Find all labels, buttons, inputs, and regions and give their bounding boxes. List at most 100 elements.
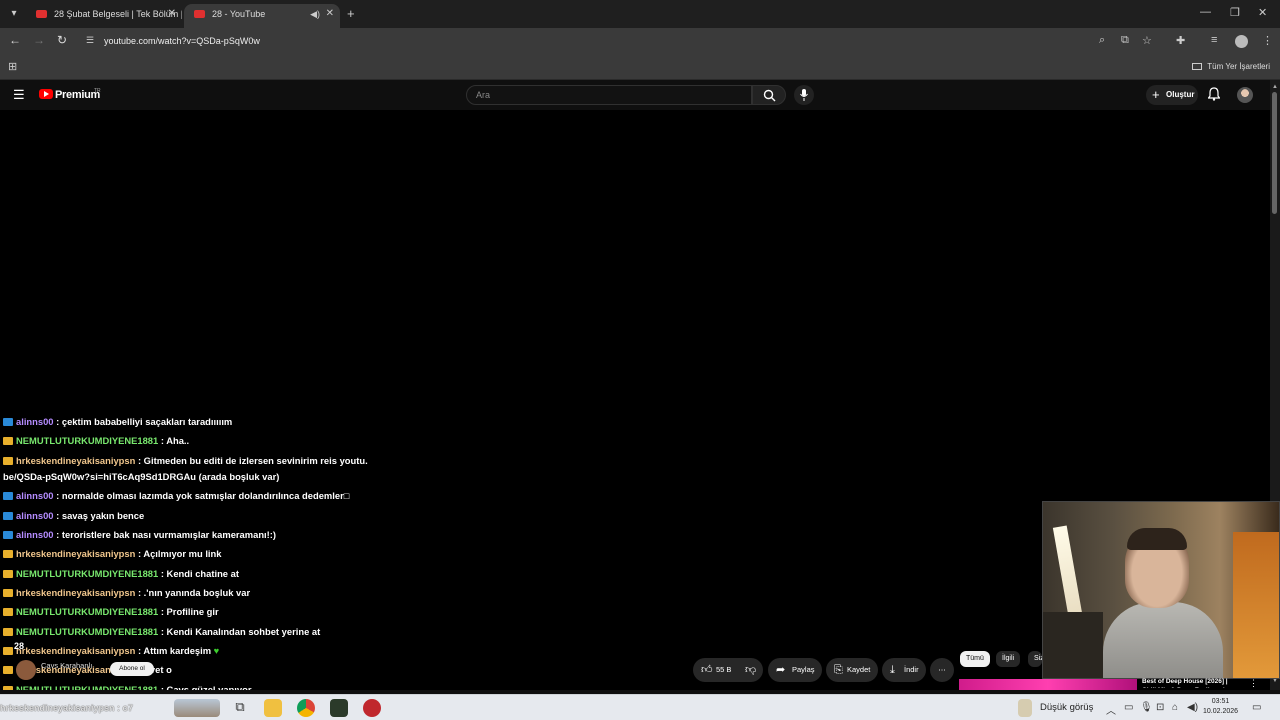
- more-horizontal-icon: ⋯: [938, 665, 946, 674]
- bookmark-star-icon[interactable]: ☆: [1142, 34, 1152, 47]
- search-input[interactable]: Ara: [466, 85, 752, 105]
- channel-name[interactable]: Cavs Karahanlı: [41, 661, 92, 670]
- install-app-icon[interactable]: ⧉: [1121, 34, 1129, 47]
- create-label: Oluştur: [1166, 90, 1195, 99]
- chat-text: : Gitmeden bu editi de izlersen seviniri…: [135, 455, 368, 466]
- create-button[interactable]: + Oluştur: [1146, 85, 1198, 105]
- shelf-shape: [1043, 612, 1103, 678]
- tab-belgesel[interactable]: 28 Şubat Belgeseli | Tek Bölüm | ✕: [26, 4, 182, 28]
- youtube-favicon-icon: [194, 10, 205, 18]
- browser-menu-icon[interactable]: ⋮: [1262, 34, 1273, 47]
- task-view-icon[interactable]: ⧉: [231, 699, 249, 717]
- notifications-icon[interactable]: ▭: [1252, 702, 1261, 713]
- account-avatar[interactable]: [1237, 87, 1253, 103]
- dislike-button[interactable]: 👎︎: [740, 658, 762, 682]
- weather-text[interactable]: Düşük görüş: [1040, 702, 1093, 713]
- scrollbar-thumb[interactable]: [1272, 92, 1277, 214]
- download-button[interactable]: ⤓ İndir: [882, 658, 926, 682]
- site-info-icon[interactable]: ☰: [86, 35, 94, 46]
- tab-search-menu-icon[interactable]: ▾: [6, 6, 22, 22]
- chat-username[interactable]: hrkeskendineyakisaniypsn: [16, 645, 135, 656]
- suggested-title-line2: Chill Mix & Deep Feelings |: [1142, 686, 1242, 688]
- chat-overlay: alinns00 : çektim bababelliyi saçakları …: [0, 414, 420, 690]
- chat-username[interactable]: NEMUTLUTURKUMDIYENE1881: [16, 626, 158, 637]
- close-tab-icon[interactable]: ✕: [326, 4, 334, 24]
- suggestion-menu-icon[interactable]: ⋮: [1249, 678, 1258, 689]
- chat-message: hrkeskendineyakisaniypsn : .'nın yanında…: [3, 585, 413, 601]
- chat-username[interactable]: hrkeskendineyakisaniypsn: [16, 455, 135, 466]
- close-tab-icon[interactable]: ✕: [168, 4, 176, 24]
- league-app-icon[interactable]: [330, 699, 348, 717]
- youtube-logo-icon[interactable]: [39, 89, 53, 99]
- zoom-icon[interactable]: ⌕: [1099, 34, 1105, 47]
- url-text[interactable]: youtube.com/watch?v=QSDa-pSqW0w: [104, 36, 260, 46]
- battery-icon[interactable]: ▭: [1124, 702, 1133, 713]
- channel-avatar[interactable]: [16, 660, 36, 680]
- chat-username[interactable]: NEMUTLUTURKUMDIYENE1881: [16, 606, 158, 617]
- chat-username[interactable]: hrkeskendineyakisaniypsn: [16, 587, 135, 598]
- weather-widget-icon[interactable]: [174, 699, 220, 717]
- more-actions-button[interactable]: ⋯: [930, 658, 954, 682]
- voice-search-button[interactable]: [794, 85, 814, 105]
- reload-icon[interactable]: ↻: [57, 33, 67, 47]
- chip-related[interactable]: İlgili: [996, 651, 1021, 667]
- chat-text: : Kendi chatine at: [158, 568, 239, 579]
- mic-tray-icon[interactable]: 🎙︎: [1140, 702, 1153, 713]
- network-icon[interactable]: ⌂: [1172, 702, 1178, 713]
- new-tab-button[interactable]: +: [347, 6, 355, 21]
- suggested-video-title[interactable]: Best of Deep House [2026] | Chill Mix & …: [1142, 677, 1242, 688]
- riot-app-icon[interactable]: [363, 699, 381, 717]
- address-bar[interactable]: ☰ youtube.com/watch?v=QSDa-pSqW0w: [80, 31, 1200, 53]
- chat-username[interactable]: NEMUTLUTURKUMDIYENE1881: [16, 435, 158, 446]
- chat-message: hrkeskendineyakisaniypsn : Gitmeden bu e…: [3, 453, 413, 469]
- system-clock[interactable]: 03:51 10.02.2026: [1203, 697, 1238, 717]
- forward-arrow-icon[interactable]: →: [33, 33, 45, 47]
- back-arrow-icon[interactable]: ←: [9, 33, 21, 47]
- minimize-icon[interactable]: —: [1200, 6, 1211, 18]
- speaker-icon[interactable]: ◀): [310, 4, 320, 24]
- chat-username[interactable]: hrkeskendineyakisaniypsn: [16, 548, 135, 559]
- apps-grid-icon[interactable]: ⊞: [8, 60, 17, 73]
- share-arrow-icon: ➦: [776, 664, 786, 676]
- chat-username[interactable]: alinns00: [16, 416, 54, 427]
- chat-text: : Açılmıyor mu link: [135, 548, 222, 559]
- youtube-badge-icon: [3, 457, 13, 465]
- suggested-video-thumbnail[interactable]: [959, 679, 1137, 690]
- tab-youtube-active[interactable]: 28 - YouTube ◀) ✕: [184, 4, 340, 28]
- chat-message: hrkeskendineyakisaniypsn : Attım kardeşi…: [3, 643, 413, 659]
- save-button[interactable]: ⎘ Kaydet: [826, 658, 878, 682]
- chip-all[interactable]: Tümü: [960, 651, 990, 667]
- extensions-icon[interactable]: ✚: [1176, 34, 1185, 47]
- weather-icon[interactable]: [1018, 699, 1032, 717]
- chat-username[interactable]: NEMUTLUTURKUMDIYENE1881: [16, 684, 158, 690]
- all-bookmarks-label: Tüm Yer İşaretleri: [1207, 62, 1270, 71]
- search-button[interactable]: [752, 85, 786, 105]
- notifications-bell-icon[interactable]: [1207, 87, 1221, 106]
- share-button[interactable]: ➦ Paylaş: [768, 658, 822, 682]
- chat-text: : normalde olması lazımda yok satmışlar …: [53, 490, 350, 501]
- media-control-icon[interactable]: ≡: [1211, 34, 1217, 46]
- clock-date: 10.02.2026: [1203, 708, 1239, 715]
- guide-menu-icon[interactable]: ☰: [13, 87, 25, 103]
- tray-expand-icon[interactable]: ︿: [1106, 702, 1116, 717]
- file-explorer-icon[interactable]: [264, 699, 282, 717]
- youtube-masthead: ☰ Premium TR Ara + Oluştur: [0, 80, 1280, 110]
- chat-ticker: hrkeskendineyakisaniypsn : o7: [0, 703, 134, 713]
- subscribe-button[interactable]: Abone ol: [110, 662, 154, 676]
- close-window-icon[interactable]: ✕: [1258, 6, 1267, 19]
- share-label: Paylaş: [792, 665, 815, 674]
- chat-username[interactable]: alinns00: [16, 529, 54, 540]
- volume-icon[interactable]: ◀): [1187, 702, 1198, 713]
- chat-username[interactable]: alinns00: [16, 490, 54, 501]
- display-tray-icon[interactable]: ⊡: [1156, 702, 1164, 713]
- scroll-up-icon[interactable]: ▲: [1272, 84, 1278, 90]
- chat-username[interactable]: NEMUTLUTURKUMDIYENE1881: [16, 568, 158, 579]
- all-bookmarks-button[interactable]: Tüm Yer İşaretleri: [1192, 62, 1270, 71]
- chip-you[interactable]: Siz: [1028, 651, 1042, 667]
- chat-username[interactable]: alinns00: [16, 510, 54, 521]
- restore-icon[interactable]: ❐: [1230, 6, 1240, 19]
- youtube-favicon-icon: [36, 10, 47, 18]
- chrome-icon[interactable]: [297, 699, 315, 717]
- like-count: 55 B: [716, 665, 732, 674]
- profile-avatar-icon[interactable]: [1235, 35, 1248, 48]
